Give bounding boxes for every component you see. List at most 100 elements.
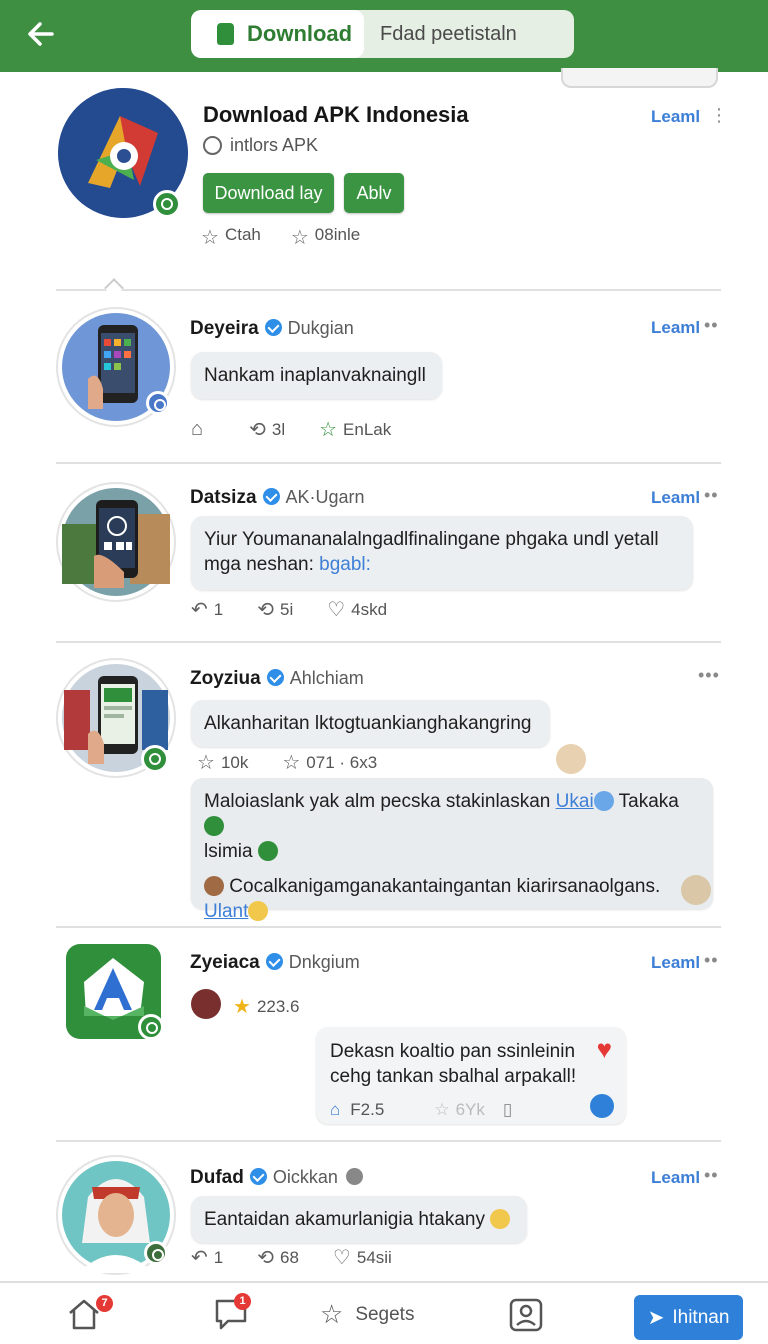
quote-text-2: lsimia [204, 841, 253, 862]
reply-bubble[interactable]: Dekasn koaltio pan ssinleinin cehg tanka… [316, 1027, 626, 1124]
learn-link[interactable]: Leaml [651, 107, 700, 127]
post-author: Deyeira Dukgian [190, 318, 354, 340]
author-handle: Oickkan [272, 1167, 338, 1187]
star-action-2[interactable]: ☆ 071 · 6x3 [282, 750, 377, 775]
small-avatar[interactable] [191, 989, 221, 1019]
star-action[interactable]: ☆ EnLak [319, 417, 391, 442]
like-action[interactable]: ↶ 1 [191, 597, 223, 622]
android-icon [217, 23, 234, 45]
post-text: Alkanharitan lktogtuankianghakangring [191, 700, 550, 747]
post-link[interactable]: bgabl: [319, 554, 371, 575]
quote-link-2[interactable]: Ulant [204, 901, 248, 922]
tab-other-label: Fdad peetistaln [380, 22, 517, 45]
divider [56, 641, 721, 643]
avatar[interactable] [56, 482, 176, 602]
learn-link[interactable]: Leaml [651, 318, 700, 338]
heart-icon: ♥ [596, 1034, 612, 1064]
nav-center-label: Segets [355, 1303, 415, 1325]
peek-card [561, 68, 718, 88]
learn-link[interactable]: Leaml [651, 1168, 700, 1188]
quote-line-4: Ulant [204, 899, 700, 924]
messages-badge: 1 [234, 1293, 251, 1310]
home-icon: ⌂ [330, 1100, 341, 1119]
emoji-icon [490, 1209, 511, 1229]
user-badge-icon [141, 745, 169, 773]
verified-icon [264, 319, 282, 336]
star-icon: ☆ [290, 227, 309, 249]
more-menu-icon[interactable]: •• [704, 1165, 719, 1186]
post-author: Zyeiaca Dnkgium [190, 952, 360, 974]
heart-action[interactable]: ♡ 54sii [333, 1245, 392, 1270]
verified-icon [266, 669, 284, 686]
star-icon: ☆ [319, 419, 338, 441]
quote-avatar [681, 875, 711, 905]
divider [56, 462, 721, 464]
repost-icon: ⟲ [257, 599, 274, 621]
post-actions: ☆ 10k ☆ 071 · 6x3 [197, 750, 411, 775]
reply-stat-2: 6Yk [455, 1100, 485, 1119]
thumb-icon: ↶ [191, 599, 208, 621]
home-action[interactable]: ⌂ [191, 418, 209, 441]
heart-icon: ♡ [332, 1247, 351, 1269]
author-name: Dufad [190, 1167, 244, 1188]
star-icon: ☆ [201, 227, 219, 249]
more-menu-icon[interactable]: •• [704, 485, 719, 506]
nav-profile[interactable] [508, 1297, 544, 1338]
reply-stat: F2.5 [350, 1100, 385, 1119]
tab-other[interactable]: Fdad peetistaln [364, 10, 574, 58]
more-menu-icon[interactable]: •• [704, 315, 719, 336]
quote-link-1[interactable]: Ukai [556, 791, 594, 812]
quoted-post[interactable]: Maloiaslank yak alm pecska stakinlaskan … [191, 778, 713, 922]
star-icon: ☆ [320, 1299, 344, 1329]
repost-action[interactable]: ⟲ 5i [257, 597, 293, 622]
star-filled-icon: ★ [233, 996, 251, 1018]
bottom-nav: 7 1 ☆ Segets ➤ Ihitnan [0, 1281, 768, 1344]
emoji-icon [593, 791, 614, 811]
verified-icon [249, 1168, 267, 1185]
secondary-button[interactable]: Ablv [344, 173, 404, 213]
globe-icon [590, 1094, 614, 1118]
like-count: 1 [213, 599, 224, 619]
author-handle: AK·Ugarn [285, 487, 365, 507]
quote-line-3: Cocalkanigamganakantaingantan kiarirsana… [204, 874, 700, 899]
post-text-body: Yiur Youmananalalngadlfinalingane phgaka… [204, 529, 659, 575]
like-action[interactable]: ↶ 1 [191, 1245, 223, 1270]
quote-word-1: Takaka [618, 791, 679, 812]
star-action[interactable]: ☆ 10k [197, 750, 248, 775]
reply-avatar[interactable] [556, 744, 586, 774]
star-icon: ☆ [282, 752, 301, 774]
leaf-icon [204, 816, 224, 836]
repost-action[interactable]: ⟲ 3l [249, 417, 285, 442]
post-text: Nankam inaplanvaknaingll [191, 352, 442, 399]
quote-line-2: lsimia [204, 839, 700, 864]
learn-link[interactable]: Leaml [651, 953, 700, 973]
more-menu-icon[interactable]: ••• [698, 665, 720, 686]
back-arrow-icon[interactable] [22, 14, 62, 54]
learn-link[interactable]: Leaml [651, 488, 700, 508]
repost-count: 68 [280, 1247, 299, 1267]
nav-center[interactable]: ☆ Segets [320, 1299, 414, 1330]
quote-line-1: Maloiaslank yak alm pecska stakinlaskan … [204, 789, 700, 839]
post-button[interactable]: ➤ Ihitnan [634, 1295, 743, 1340]
caret-up-icon [104, 278, 124, 298]
nav-home[interactable]: 7 [66, 1295, 113, 1336]
tab-download[interactable]: Download [191, 10, 364, 58]
stat-2: 08inle [314, 225, 361, 244]
app-title: Download APK Indonesia [203, 102, 469, 127]
clock-icon [203, 136, 222, 155]
more-menu-icon[interactable]: •• [704, 950, 719, 971]
info-icon [345, 1168, 363, 1185]
more-menu-icon[interactable]: ⋮ [710, 105, 729, 126]
repost-icon: ⟲ [249, 419, 266, 441]
segmented-control: Download Fdad peetistaln [191, 10, 574, 58]
repost-action[interactable]: ⟲ 68 [257, 1245, 299, 1270]
user-badge-icon [138, 1014, 164, 1040]
download-button[interactable]: Download lay [203, 173, 334, 213]
tab-download-label: Download [247, 21, 353, 46]
heart-action[interactable]: ♡ 4skd [327, 597, 387, 622]
bird-icon: ➤ [647, 1307, 665, 1329]
nav-messages[interactable]: 1 [214, 1293, 251, 1336]
reply-text: Dekasn koaltio pan ssinleinin cehg tanka… [330, 1041, 577, 1087]
post-actions: ↶ 1 ⟲ 5i ♡ 4skd [191, 597, 421, 622]
quote-text-3: Cocalkanigamganakantaingantan kiarirsana… [229, 876, 661, 897]
